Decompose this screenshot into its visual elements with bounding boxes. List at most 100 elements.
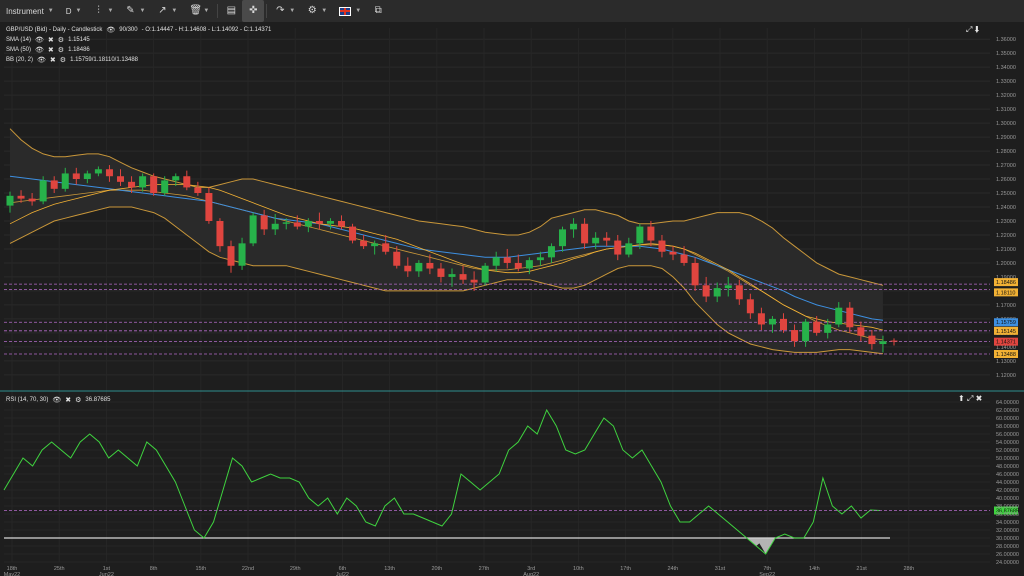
eye-icon[interactable]: 👁 <box>35 36 44 44</box>
close-icon[interactable]: ✖ <box>976 394 983 403</box>
candle-body <box>713 288 721 297</box>
chart-type-menu[interactable]: ⫶ ▼ <box>87 0 119 22</box>
move-up-icon[interactable]: ⬆ <box>958 394 965 403</box>
candle-body <box>724 285 732 289</box>
time-tick-label: 31st <box>715 566 726 572</box>
rsi-pane-controls: ⬆ ⤢ ✖ <box>958 394 982 404</box>
time-tick-label: Jul22 <box>336 572 349 576</box>
price-tick-label: 1.31000 <box>996 107 1016 113</box>
candle-body <box>94 169 102 174</box>
close-icon[interactable]: ✖ <box>48 36 54 44</box>
delete-menu[interactable]: 🗑 ▼ <box>183 0 215 22</box>
time-tick-label: 20th <box>431 566 442 572</box>
main-pane-controls: ⤢ ⬇ <box>966 25 980 35</box>
candle-body <box>492 257 500 266</box>
period-menu[interactable]: D ▼ <box>60 0 88 22</box>
candle-body <box>547 246 555 258</box>
language-menu[interactable]: ▼ <box>333 0 367 22</box>
gear-icon[interactable]: ⚙ <box>75 396 81 404</box>
price-chart[interactable]: 1.36000 1.35000 1.34000 1.33000 1.32000 1.310… <box>0 22 1024 576</box>
candle-body <box>426 262 434 269</box>
rsi-tick-label: 60.00000 <box>996 416 1019 422</box>
legend-count: 90/300 <box>119 27 138 33</box>
candle-body <box>614 240 622 255</box>
rsi-tick-label: 38.00000 <box>996 504 1019 510</box>
expand-icon[interactable]: ⤢ <box>966 25 972 34</box>
candle-body <box>603 237 611 241</box>
candle-body <box>172 176 180 181</box>
rsi-tick-label: 28.00000 <box>996 544 1019 550</box>
price-tag-label: 1.13488 <box>996 352 1016 358</box>
rsi-tick-label: 36.00000 <box>996 512 1019 518</box>
gear-icon[interactable]: ⚙ <box>58 46 64 54</box>
rsi-tick-label: 56.00000 <box>996 432 1019 438</box>
time-tick-label: 8th <box>150 566 158 572</box>
chevron-down-icon: ▼ <box>107 8 114 14</box>
price-tick-label: 1.28000 <box>996 149 1016 155</box>
layout-button[interactable]: ▤ <box>220 0 242 22</box>
eye-icon[interactable]: 👁 <box>35 46 44 54</box>
close-icon[interactable]: ✖ <box>48 46 54 54</box>
candle-body <box>437 268 445 277</box>
price-tag-label: 1.18486 <box>996 280 1016 286</box>
price-tag-label: 1.18110 <box>996 290 1015 296</box>
candle-body <box>28 198 36 202</box>
candle-body <box>824 324 832 333</box>
price-tick-label: 1.29000 <box>996 135 1016 141</box>
candle-body <box>371 243 379 247</box>
time-tick-label: 29th <box>290 566 301 572</box>
price-tick-label: 1.30000 <box>996 121 1016 127</box>
sma50-value: 1.18486 <box>68 47 90 53</box>
eye-icon[interactable]: 👁 <box>37 56 46 64</box>
candle-body <box>857 327 865 336</box>
bb-value: 1.15759/1.18110/1.13488 <box>70 57 139 63</box>
candle-body <box>349 226 357 241</box>
price-tick-label: 1.35000 <box>996 51 1016 57</box>
crosshair-icon: ✜ <box>249 5 258 16</box>
price-tick-label: 1.27000 <box>996 163 1016 169</box>
candle-body <box>768 318 776 325</box>
candle-body <box>404 265 412 272</box>
close-icon[interactable]: ✖ <box>65 396 71 404</box>
candle-body <box>282 222 290 224</box>
time-tick-label: 24th <box>667 566 678 572</box>
legend-title: GBP/USD (Bid) - Daily - Candlestick <box>6 27 103 33</box>
candle-body <box>780 318 787 331</box>
sma14-label: SMA (14) <box>6 37 32 43</box>
candle-body <box>503 257 511 263</box>
move-down-icon[interactable]: ⬇ <box>975 25 980 34</box>
crosshair-button[interactable]: ✜ <box>242 0 265 22</box>
time-tick-label: Jun22 <box>99 572 114 576</box>
candle-body <box>393 251 401 266</box>
time-tick-label: 13th <box>384 566 395 572</box>
candlestick-icon: ⫶ <box>97 5 100 16</box>
eye-icon[interactable]: 👁 <box>52 396 61 404</box>
chevron-down-icon: ▼ <box>47 8 54 14</box>
candle-body <box>83 173 91 180</box>
chevron-down-icon: ▼ <box>139 8 146 14</box>
candle-body <box>658 240 666 252</box>
settings-menu[interactable]: ⚙ ▼ <box>301 0 333 22</box>
price-tick-label: 1.32000 <box>996 93 1016 99</box>
candle-body <box>448 274 456 277</box>
drawing-tools-menu[interactable]: ✎ ▼ <box>119 0 151 22</box>
rsi-value: 36.87685 <box>85 397 111 403</box>
eye-icon[interactable]: 👁 <box>106 26 115 34</box>
chevron-down-icon: ▼ <box>75 8 82 14</box>
price-tag-label: 1.15759 <box>996 320 1016 326</box>
gear-icon[interactable]: ⚙ <box>60 56 66 64</box>
gear-icon[interactable]: ⚙ <box>58 36 64 44</box>
bb-legend: BB (20, 2) 👁 ✖ ⚙ 1.15759/1.18110/1.13488 <box>6 56 138 64</box>
popout-button[interactable]: ⧉ <box>367 0 389 22</box>
rsi-tick-label: 48.00000 <box>996 464 1019 470</box>
time-tick-label: May22 <box>4 572 21 576</box>
indicators-menu[interactable]: ↗ ▼ <box>151 0 183 22</box>
close-icon[interactable]: ✖ <box>50 56 56 64</box>
gear-icon: ⚙ <box>307 5 317 16</box>
candle-body <box>879 341 887 345</box>
instrument-menu[interactable]: Instrument ▼ <box>0 0 60 22</box>
candle-body <box>846 307 854 328</box>
expand-icon[interactable]: ⤢ <box>967 394 973 403</box>
share-menu[interactable]: ↷ ▼ <box>269 0 301 22</box>
candle-body <box>459 274 467 280</box>
